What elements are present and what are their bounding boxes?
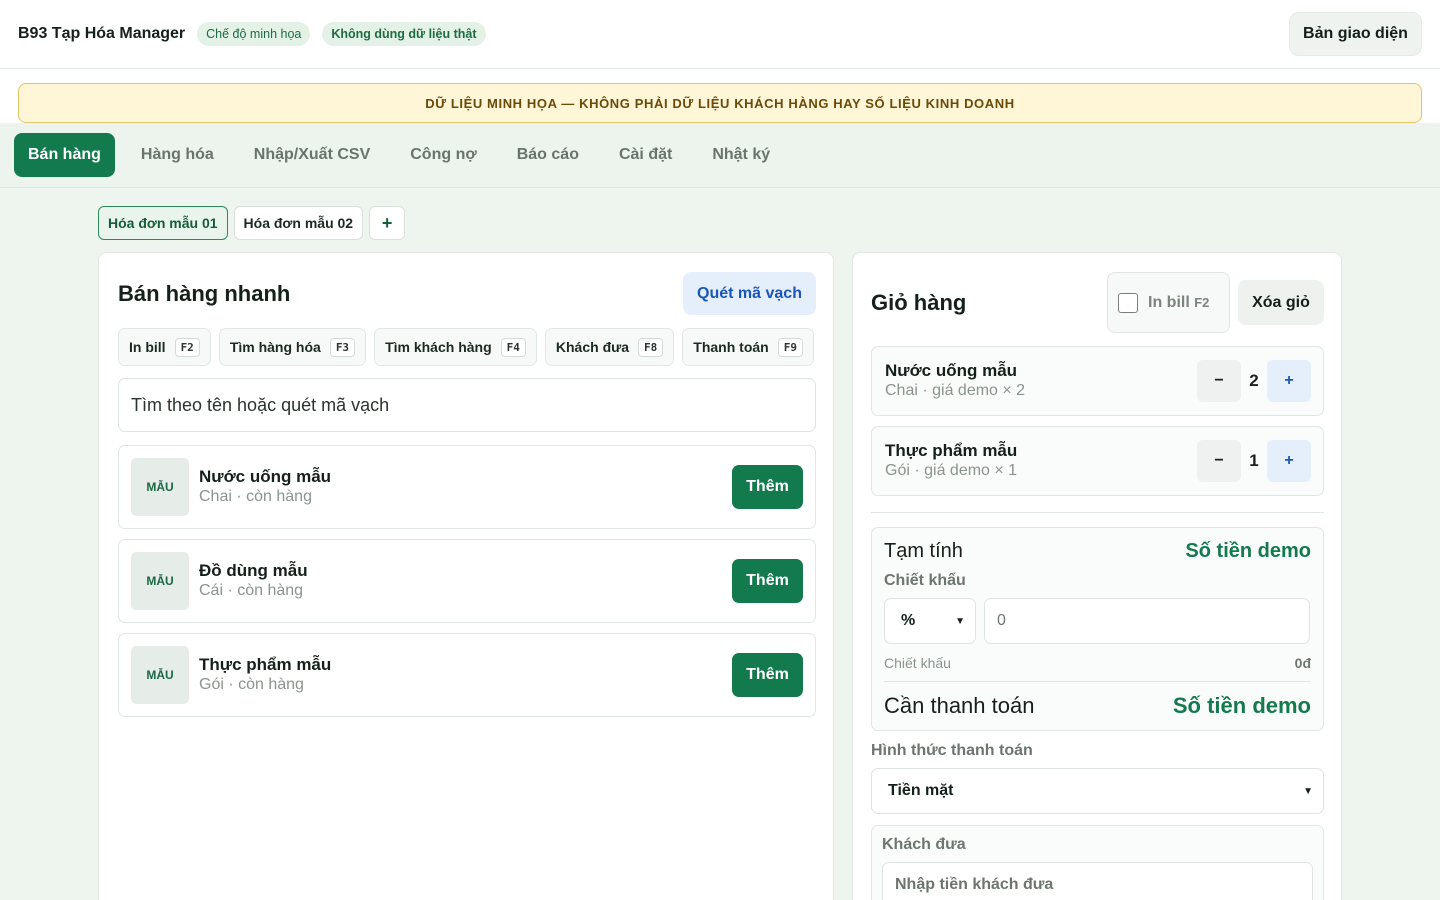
shortcut-find-customer[interactable]: Tìm khách hàng F4 [374,328,537,366]
product-item: MẪU Nước uống mẫu Chai · còn hàng Thêm [118,445,816,529]
tab-products[interactable]: Hàng hóa [127,133,228,177]
decrease-quantity-button[interactable]: − [1197,360,1241,402]
main-tabbar: Bán hàng Hàng hóa Nhập/Xuất CSV Công nợ … [0,123,1440,188]
shortcut-find-product[interactable]: Tìm hàng hóa F3 [218,328,367,366]
shortcut-bar: In bill F2 Tìm hàng hóa F3 Tìm khách hàn… [118,328,814,366]
shortcut-label: In bill [129,339,166,355]
app-header: B93 Tạp Hóa Manager Chế độ minh họa Khôn… [0,0,1440,69]
discount-type-value: % [901,612,916,629]
total-due-label: Cần thanh toán [884,693,1035,718]
total-due-value: Số tiền demo [1172,693,1311,718]
tab-sales[interactable]: Bán hàng [14,133,115,177]
product-meta: Chai · còn hàng [199,488,312,505]
demo-data-warning-banner: DỮ LIỆU MINH HỌA — KHÔNG PHẢI DỮ LIỆU KH… [18,83,1422,123]
add-to-cart-button[interactable]: Thêm [732,653,803,697]
shortcut-checkout[interactable]: Thanh toán F9 [682,328,814,366]
cash-given-box: Khách đưa [871,825,1324,900]
product-name: Nước uống mẫu [199,467,332,486]
demo-mode-badge: Chế độ minh họa [197,22,311,46]
print-bill-key: F2 [1194,294,1210,310]
product-thumbnail: MẪU [131,646,189,704]
cart-item-name: Nước uống mẫu [885,361,1018,380]
theme-button[interactable]: Bản giao diện [1289,12,1422,56]
quick-sale-title: Bán hàng nhanh [118,281,291,306]
cash-given-label: Khách đưa [882,836,966,853]
product-name: Thực phẩm mẫu [199,655,332,674]
cart-item-meta: Gói · giá demo × 1 [885,462,1018,479]
quick-sale-panel: Bán hàng nhanh Quét mã vạch In bill F2 T… [98,252,834,900]
invoice-tab-01[interactable]: Hóa đơn mẫu 01 [98,206,228,240]
discount-label: Chiết khấu [884,572,966,589]
totals-divider [884,681,1311,682]
payment-method-label: Hình thức thanh toán [871,742,1033,759]
product-meta: Gói · còn hàng [199,676,304,693]
discount-row-label: Chiết khấu [884,655,951,671]
add-invoice-button[interactable]: + [369,206,406,240]
cart-panel: Giỏ hàng In bill F2 Xóa giỏ Nước uống mẫ… [852,252,1342,900]
no-real-data-badge: Không dùng dữ liệu thật [322,22,486,46]
product-name: Đồ dùng mẫu [199,561,308,580]
cart-item: Nước uống mẫu Chai · giá demo × 2 − 2 + [871,346,1324,416]
tab-csv[interactable]: Nhập/Xuất CSV [240,133,384,177]
print-bill-label: In bill F2 [1148,294,1209,312]
product-meta: Cái · còn hàng [199,582,304,599]
cash-given-input[interactable] [882,862,1313,900]
shortcut-key: F9 [777,337,803,357]
quantity-stepper: − 1 + [1197,440,1311,482]
shortcut-key: F2 [174,337,200,357]
totals-box: Tạm tính Số tiền demo Chiết khấu % ▼ Chi… [871,527,1324,731]
quantity-value: 2 [1249,371,1259,390]
cart-item-meta: Chai · giá demo × 2 [885,382,1026,399]
invoice-tabs: Hóa đơn mẫu 01 Hóa đơn mẫu 02 + [98,206,406,240]
product-thumbnail: MẪU [131,458,189,516]
app-title: B93 Tạp Hóa Manager [18,25,186,42]
add-to-cart-button[interactable]: Thêm [732,465,803,509]
shortcut-label: Thanh toán [693,339,769,355]
increase-quantity-button[interactable]: + [1267,440,1311,482]
shortcut-label: Khách đưa [555,339,630,355]
add-to-cart-button[interactable]: Thêm [732,559,803,603]
payment-method-select[interactable]: Tiền mặt ▼ [871,768,1324,814]
print-bill-toggle[interactable]: In bill F2 [1107,272,1230,333]
tab-reports[interactable]: Báo cáo [503,133,593,177]
cart-divider [871,512,1324,513]
payment-method-value: Tiền mặt [888,782,954,799]
tab-debts[interactable]: Công nợ [396,133,490,177]
shortcut-key: F8 [638,337,664,357]
subtotal-value: Số tiền demo [1185,540,1311,562]
product-thumbnail: MẪU [131,552,189,610]
chevron-down-icon: ▼ [955,615,965,627]
shortcut-label: Tìm khách hàng [385,339,492,355]
print-bill-text: In bill [1148,293,1190,311]
shortcut-label: Tìm hàng hóa [229,339,321,355]
decrease-quantity-button[interactable]: − [1197,440,1241,482]
clear-cart-button[interactable]: Xóa giỏ [1238,280,1324,325]
shortcut-key: F3 [329,337,356,357]
increase-quantity-button[interactable]: + [1267,360,1311,402]
cart-item: Thực phẩm mẫu Gói · giá demo × 1 − 1 + [871,426,1324,496]
shortcut-cash-given[interactable]: Khách đưa F8 [544,328,675,366]
tab-settings[interactable]: Cài đặt [605,133,686,177]
chevron-down-icon: ▼ [1303,785,1313,797]
product-item: MẪU Thực phẩm mẫu Gói · còn hàng Thêm [118,633,816,717]
print-bill-checkbox[interactable] [1118,292,1138,313]
product-item: MẪU Đồ dùng mẫu Cái · còn hàng Thêm [118,539,816,623]
scan-barcode-button[interactable]: Quét mã vạch [683,272,816,315]
shortcut-print-bill[interactable]: In bill F2 [118,328,211,366]
discount-row-value: 0đ [1294,655,1311,671]
shortcut-key: F4 [500,337,526,357]
subtotal-label: Tạm tính [884,540,963,562]
quantity-value: 1 [1249,451,1259,470]
banner-area: DỮ LIỆU MINH HỌA — KHÔNG PHẢI DỮ LIỆU KH… [0,69,1440,123]
product-search-input[interactable] [118,378,816,432]
discount-amount-input[interactable] [984,598,1310,644]
tab-logs[interactable]: Nhật ký [698,133,784,177]
quantity-stepper: − 2 + [1197,360,1311,402]
discount-type-select[interactable]: % ▼ [884,598,976,644]
cart-item-name: Thực phẩm mẫu [885,441,1018,460]
invoice-tab-02[interactable]: Hóa đơn mẫu 02 [233,206,364,240]
cart-title: Giỏ hàng [871,290,967,315]
